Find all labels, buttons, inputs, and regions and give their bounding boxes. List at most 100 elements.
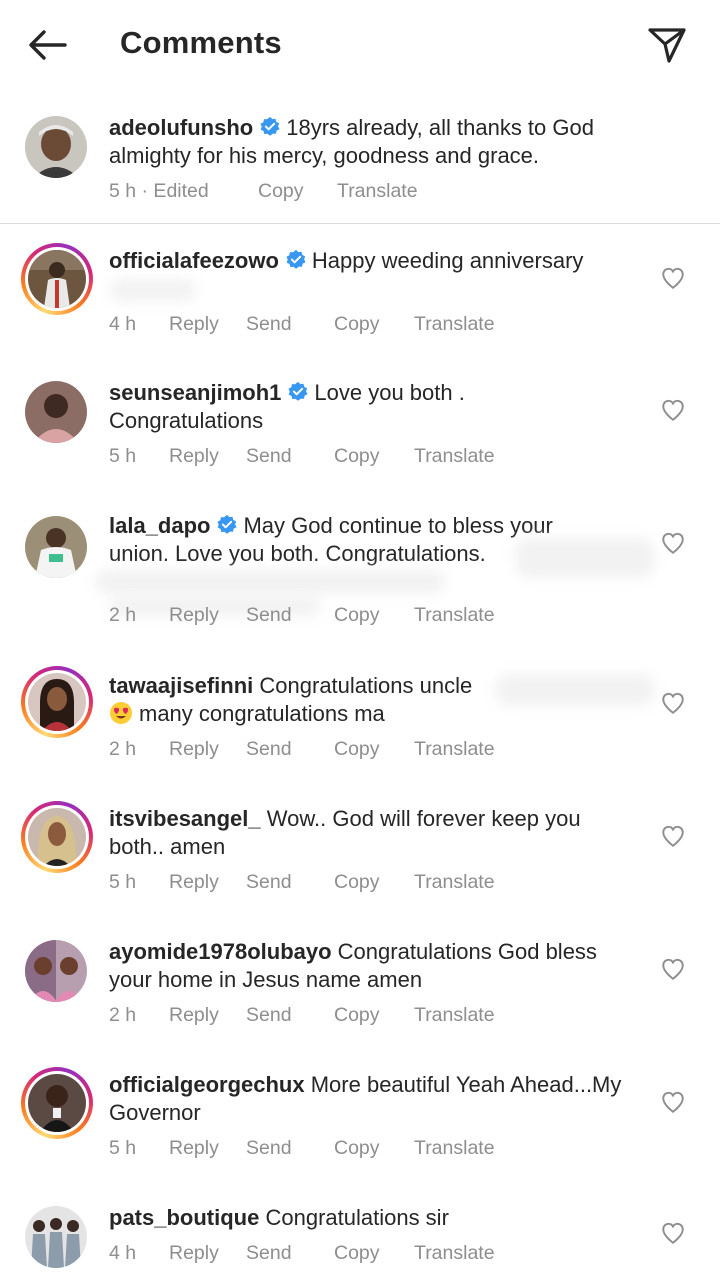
- send-button[interactable]: Send: [246, 1242, 292, 1265]
- translate-button[interactable]: Translate: [414, 1004, 495, 1027]
- comment-time: 2 h: [109, 604, 137, 626]
- translate-button[interactable]: Translate: [414, 871, 495, 894]
- verified-badge-icon: [260, 116, 280, 136]
- comment-username[interactable]: officialafeezowo: [109, 248, 279, 273]
- post-caption: adeolufunsho 18yrs already, all thanks to…: [0, 98, 720, 224]
- send-button[interactable]: Send: [246, 604, 292, 627]
- comment-text: Congratulations God bless: [337, 939, 597, 964]
- like-heart-icon[interactable]: [660, 1089, 686, 1115]
- reply-button[interactable]: Reply: [169, 1137, 219, 1160]
- comment-text: Congratulations uncle: [259, 673, 473, 698]
- translate-button[interactable]: Translate: [337, 180, 418, 203]
- comment-text-continued: many congratulations ma: [139, 700, 385, 726]
- comment-text-continued: union. Love you both. Congratulations.: [109, 540, 486, 566]
- comment-item: officialgeorgechux More beautiful Yeah A…: [0, 1067, 720, 1187]
- translate-button[interactable]: Translate: [414, 445, 495, 468]
- avatar[interactable]: [21, 666, 93, 738]
- comment-username[interactable]: itsvibesangel_: [109, 806, 261, 831]
- comment-text-continued: your home in Jesus name amen: [109, 966, 423, 992]
- comment-body: seunseanjimoh1 Love you both . Congratula…: [109, 379, 649, 434]
- comment-time: 5 h: [109, 1137, 137, 1159]
- avatar[interactable]: [21, 801, 93, 873]
- comment-item: itsvibesangel_ Wow.. God will forever ke…: [0, 801, 720, 921]
- avatar[interactable]: [25, 381, 87, 443]
- heart-eyes-emoji-icon: [110, 701, 132, 724]
- like-heart-icon[interactable]: [660, 956, 686, 982]
- comment-text: May God continue to bless your: [243, 513, 553, 538]
- translate-button[interactable]: Translate: [414, 738, 495, 761]
- comment-item: tawaajisefinni Congratulations uncle man…: [0, 666, 720, 788]
- copy-button[interactable]: Copy: [334, 604, 380, 627]
- comment-text: Congratulations sir: [265, 1205, 449, 1230]
- like-heart-icon[interactable]: [660, 265, 686, 291]
- comment-text: Happy weeding anniversary: [311, 248, 584, 273]
- comment-text: More beautiful Yeah Ahead...My: [310, 1072, 622, 1097]
- comment-text-continued: Governor: [109, 1099, 201, 1125]
- comment-time: 5 h: [109, 871, 137, 893]
- avatar[interactable]: [25, 516, 87, 578]
- reply-button[interactable]: Reply: [169, 1242, 219, 1265]
- comment-body: itsvibesangel_ Wow.. God will forever ke…: [109, 805, 649, 860]
- send-button[interactable]: Send: [246, 738, 292, 761]
- copy-button[interactable]: Copy: [258, 180, 304, 203]
- reply-button[interactable]: Reply: [169, 1004, 219, 1027]
- back-button[interactable]: [24, 22, 70, 68]
- reply-button[interactable]: Reply: [169, 604, 219, 627]
- avatar[interactable]: [21, 243, 93, 315]
- copy-button[interactable]: Copy: [334, 313, 380, 336]
- copy-button[interactable]: Copy: [334, 1242, 380, 1265]
- like-heart-icon[interactable]: [660, 690, 686, 716]
- copy-button[interactable]: Copy: [334, 1004, 380, 1027]
- avatar[interactable]: [21, 1067, 93, 1139]
- reply-button[interactable]: Reply: [169, 313, 219, 336]
- send-button[interactable]: Send: [246, 1137, 292, 1160]
- copy-button[interactable]: Copy: [334, 1137, 380, 1160]
- comment-username[interactable]: tawaajisefinni: [109, 673, 253, 698]
- copy-button[interactable]: Copy: [334, 738, 380, 761]
- comment-username[interactable]: ayomide1978olubayo: [109, 939, 332, 964]
- comment-text-continued: Congratulations: [109, 407, 264, 433]
- translate-button[interactable]: Translate: [414, 604, 495, 627]
- redacted-area: [495, 674, 655, 706]
- reply-button[interactable]: Reply: [169, 871, 219, 894]
- share-button[interactable]: [644, 22, 690, 68]
- comment-time: 5 h · Edited: [109, 180, 209, 202]
- comment-body: officialafeezowo Happy weeding anniversar…: [109, 247, 649, 275]
- comment-username[interactable]: adeolufunsho: [109, 115, 253, 140]
- comment-body: officialgeorgechux More beautiful Yeah A…: [109, 1071, 649, 1126]
- comment-username[interactable]: seunseanjimoh1: [109, 380, 281, 405]
- comment-time: 4 h: [109, 313, 137, 335]
- like-heart-icon[interactable]: [660, 397, 686, 423]
- comment-body: ayomide1978olubayo Congratulations God b…: [109, 938, 649, 993]
- reply-button[interactable]: Reply: [169, 445, 219, 468]
- like-heart-icon[interactable]: [660, 530, 686, 556]
- comment-time: 2 h: [109, 738, 137, 760]
- copy-button[interactable]: Copy: [334, 871, 380, 894]
- avatar[interactable]: [25, 116, 87, 178]
- comment-text: Wow.. God will forever keep you: [266, 806, 581, 831]
- translate-button[interactable]: Translate: [414, 1242, 495, 1265]
- redacted-area: [95, 570, 445, 594]
- translate-button[interactable]: Translate: [414, 313, 495, 336]
- comment-text: Love you both .: [314, 380, 465, 405]
- send-button[interactable]: Send: [246, 871, 292, 894]
- comment-username[interactable]: lala_dapo: [109, 513, 210, 538]
- send-button[interactable]: Send: [246, 445, 292, 468]
- like-heart-icon[interactable]: [660, 823, 686, 849]
- send-button[interactable]: Send: [246, 313, 292, 336]
- like-heart-icon[interactable]: [660, 1220, 686, 1246]
- redacted-area: [110, 279, 196, 301]
- comment-text: 18yrs already, all thanks to God: [286, 115, 594, 140]
- comment-item: lala_dapo May God continue to bless your …: [0, 508, 720, 648]
- reply-button[interactable]: Reply: [169, 738, 219, 761]
- comment-username[interactable]: pats_boutique: [109, 1205, 259, 1230]
- avatar[interactable]: [25, 1206, 87, 1268]
- comment-body: pats_boutique Congratulations sir: [109, 1204, 649, 1232]
- avatar[interactable]: [25, 940, 87, 1002]
- comment-text-continued: almighty for his mercy, goodness and gra…: [109, 142, 540, 168]
- comment-username[interactable]: officialgeorgechux: [109, 1072, 305, 1097]
- translate-button[interactable]: Translate: [414, 1137, 495, 1160]
- comment-time: 5 h: [109, 445, 137, 467]
- send-button[interactable]: Send: [246, 1004, 292, 1027]
- copy-button[interactable]: Copy: [334, 445, 380, 468]
